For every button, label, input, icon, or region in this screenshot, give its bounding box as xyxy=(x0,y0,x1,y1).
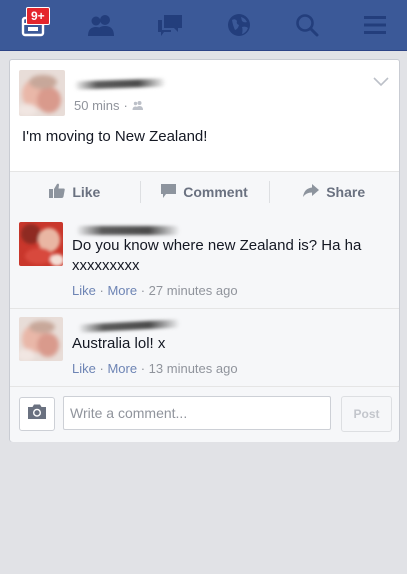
comment-composer: Post xyxy=(10,386,399,442)
commenter-avatar[interactable] xyxy=(19,222,63,266)
comment-time[interactable]: 13 minutes ago xyxy=(149,361,238,376)
globe-icon[interactable] xyxy=(222,8,256,42)
comment-like-link[interactable]: Like xyxy=(72,361,96,376)
menu-icon[interactable] xyxy=(358,8,392,42)
meta-dot: · xyxy=(99,361,104,376)
comment-text: Do you know where new Zealand is? Ha ha … xyxy=(72,237,362,274)
comment-more-link[interactable]: More xyxy=(107,361,137,376)
camera-button[interactable] xyxy=(19,397,55,431)
meta-dot: · xyxy=(140,283,146,298)
post-button[interactable]: Post xyxy=(341,396,392,432)
meta-dot: · xyxy=(99,283,104,298)
post-timestamp[interactable]: 50 mins xyxy=(74,98,120,113)
share-arrow-icon xyxy=(303,184,320,200)
search-icon[interactable] xyxy=(290,8,324,42)
commenter-avatar[interactable] xyxy=(19,317,63,361)
comment-text: Australia lol! x xyxy=(72,335,166,352)
comment-more-link[interactable]: More xyxy=(107,283,137,298)
comment-time[interactable]: 27 minutes ago xyxy=(149,283,238,298)
post-meta: 50 mins · xyxy=(74,98,144,113)
post-card: 50 mins · I'm moving to New Zealand! Lik… xyxy=(9,59,400,442)
top-navigation-bar: 9+ xyxy=(0,0,407,51)
like-button[interactable]: Like xyxy=(10,172,140,212)
notification-count-badge: 9+ xyxy=(26,7,50,25)
comment-like-link[interactable]: Like xyxy=(72,283,96,298)
friends-audience-icon xyxy=(132,98,144,113)
post-actions-bar: Like Comment Share xyxy=(10,171,399,213)
share-button[interactable]: Share xyxy=(269,172,399,212)
commenter-name-redacted[interactable] xyxy=(77,319,181,333)
share-label: Share xyxy=(326,184,366,200)
commenter-name-redacted[interactable] xyxy=(76,226,180,235)
comment-bubble-icon xyxy=(161,183,177,201)
post-status-text: I'm moving to New Zealand! xyxy=(22,128,208,145)
camera-icon xyxy=(28,404,46,424)
comment-meta: Like · More · 13 minutes ago xyxy=(72,361,238,376)
comment-item: Do you know where new Zealand is? Ha ha … xyxy=(10,212,399,308)
comment-label: Comment xyxy=(183,184,248,200)
meta-dot: · xyxy=(140,361,146,376)
meta-separator: · xyxy=(123,98,128,113)
messages-icon[interactable] xyxy=(153,8,187,42)
friends-icon[interactable] xyxy=(84,8,118,42)
author-name-redacted[interactable] xyxy=(73,78,167,90)
like-label: Like xyxy=(72,184,101,200)
author-avatar[interactable] xyxy=(19,70,65,116)
chevron-down-icon[interactable] xyxy=(373,74,389,92)
comment-meta: Like · More · 27 minutes ago xyxy=(72,283,238,298)
comment-input[interactable] xyxy=(63,396,331,430)
thumbs-up-icon xyxy=(49,183,66,201)
comment-item: Australia lol! x Like · More · 13 minute… xyxy=(10,309,399,386)
comment-button[interactable]: Comment xyxy=(139,172,270,212)
